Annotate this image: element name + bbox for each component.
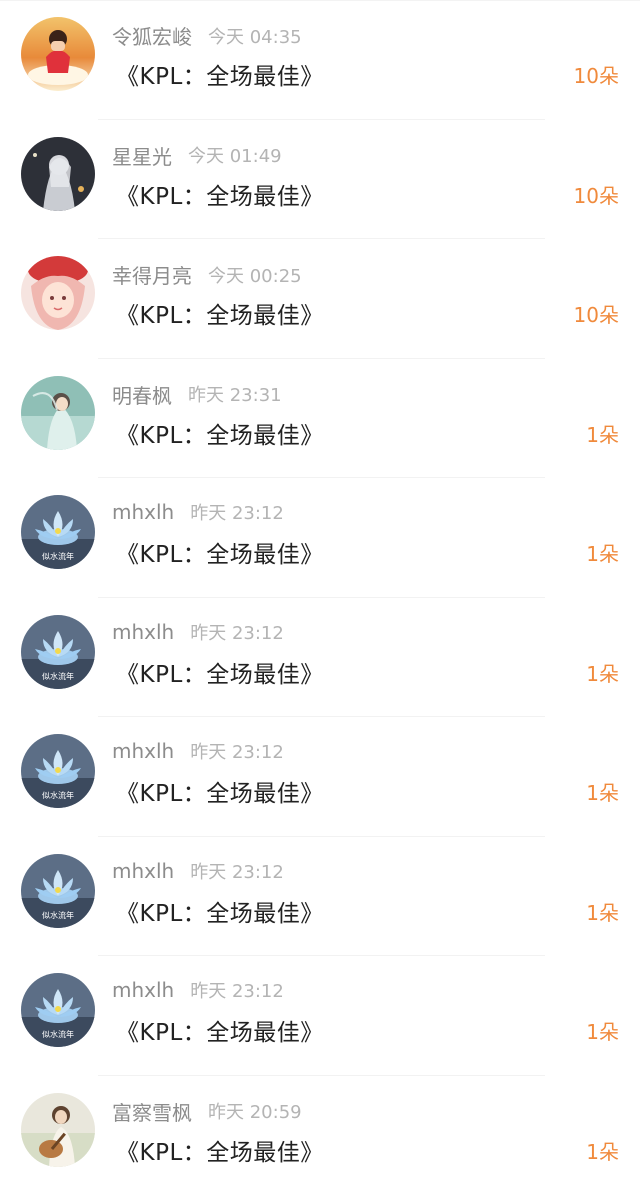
gift-title: 《KPL：全场最佳》	[116, 303, 324, 329]
flower-count: 1朵	[586, 1139, 619, 1164]
meta-line: mhxlh 昨天 23:12	[112, 977, 284, 1007]
lotus-watermark-text: 似水流年	[42, 671, 74, 681]
meta-line: 令狐宏峻 今天 04:35	[112, 21, 302, 51]
user-name[interactable]: mhxlh	[112, 500, 174, 524]
timestamp: 昨天 23:12	[190, 622, 284, 644]
user-name[interactable]: 明春枫	[112, 384, 172, 408]
avatar-guitar-girl-icon[interactable]	[21, 1092, 95, 1167]
flower-count: 10朵	[573, 64, 619, 88]
meta-line: 富察雪枫 昨天 20:59	[112, 1097, 302, 1127]
gift-title: 《KPL：全场最佳》	[116, 661, 324, 688]
gift-title: 《KPL：全场最佳》	[116, 1139, 324, 1166]
flower-count: 10朵	[573, 303, 619, 327]
timestamp: 昨天 23:12	[190, 861, 284, 883]
list-item[interactable]: 富察雪枫 昨天 20:59 《KPL：全场最佳》 1朵	[0, 1076, 640, 1191]
timestamp: 昨天 23:12	[190, 981, 284, 1002]
timestamp: 昨天 20:59	[208, 1102, 302, 1123]
gift-title: 《KPL：全场最佳》	[116, 64, 324, 90]
gift-title: 《KPL：全场最佳》	[116, 781, 324, 807]
timestamp: 今天 01:49	[188, 146, 282, 167]
timestamp: 今天 04:35	[208, 26, 302, 48]
gift-record-list: 令狐宏峻 今天 04:35 《KPL：全场最佳》 10朵 星星光 今天 01:49 …	[0, 0, 640, 1191]
lotus-watermark-text: 似水流年	[42, 910, 74, 920]
flower-count: 1朵	[586, 1020, 619, 1044]
avatar-anime-night-icon[interactable]	[21, 136, 95, 211]
avatar-lotus-icon[interactable]: 似水流年	[21, 495, 95, 569]
avatar-lotus-icon[interactable]: 似水流年	[21, 973, 95, 1047]
meta-line: mhxlh 昨天 23:12	[112, 619, 284, 649]
user-name[interactable]: 幸得月亮	[112, 264, 192, 288]
timestamp: 昨天 23:12	[190, 742, 284, 763]
lotus-watermark-text: 似水流年	[42, 790, 74, 800]
timestamp: 今天 00:25	[208, 265, 302, 287]
gift-title: 《KPL：全场最佳》	[116, 542, 324, 568]
user-name[interactable]: mhxlh	[112, 739, 174, 763]
avatar-pink-girl-icon[interactable]	[21, 256, 95, 330]
user-name[interactable]: 令狐宏峻	[112, 25, 192, 49]
list-item[interactable]: 似水流年 mhxlh 昨天 23:12 《KPL：全场最佳》 1朵	[0, 598, 640, 717]
flower-count: 1朵	[586, 781, 619, 805]
list-item[interactable]: 令狐宏峻 今天 04:35 《KPL：全场最佳》 10朵	[0, 0, 640, 120]
list-item[interactable]: 似水流年 mhxlh 昨天 23:12 《KPL：全场最佳》 1朵	[0, 837, 640, 956]
meta-line: 星星光 今天 01:49	[112, 141, 282, 171]
gift-title: 《KPL：全场最佳》	[116, 183, 324, 210]
avatar-red-girl-icon[interactable]	[21, 17, 95, 91]
gift-title: 《KPL：全场最佳》	[116, 900, 324, 927]
user-name[interactable]: mhxlh	[112, 978, 174, 1002]
timestamp: 昨天 23:31	[188, 385, 282, 406]
flower-count: 10朵	[573, 183, 619, 208]
meta-line: mhxlh 昨天 23:12	[112, 499, 284, 529]
flower-count: 1朵	[586, 422, 619, 447]
timestamp: 昨天 23:12	[190, 503, 284, 524]
list-item[interactable]: 似水流年 mhxlh 昨天 23:12 《KPL：全场最佳》 1朵	[0, 478, 640, 598]
meta-line: mhxlh 昨天 23:12	[112, 738, 284, 768]
meta-line: mhxlh 昨天 23:12	[112, 858, 284, 888]
user-name[interactable]: 星星光	[112, 145, 172, 169]
lotus-watermark-text: 似水流年	[42, 551, 74, 561]
lotus-watermark-text: 似水流年	[42, 1029, 74, 1039]
user-name[interactable]: mhxlh	[112, 859, 174, 883]
list-item[interactable]: 似水流年 mhxlh 昨天 23:12 《KPL：全场最佳》 1朵	[0, 717, 640, 837]
avatar-lotus-icon[interactable]: 似水流年	[21, 734, 95, 808]
list-item[interactable]: 似水流年 mhxlh 昨天 23:12 《KPL：全场最佳》 1朵	[0, 956, 640, 1076]
avatar-lotus-icon[interactable]: 似水流年	[21, 853, 95, 928]
list-item[interactable]: 幸得月亮 今天 00:25 《KPL：全场最佳》 10朵	[0, 239, 640, 359]
meta-line: 幸得月亮 今天 00:25	[112, 260, 302, 290]
list-item[interactable]: 星星光 今天 01:49 《KPL：全场最佳》 10朵	[0, 120, 640, 239]
user-name[interactable]: 富察雪枫	[112, 1101, 192, 1125]
flower-count: 1朵	[586, 542, 619, 566]
avatar-lotus-icon[interactable]: 似水流年	[21, 614, 95, 689]
avatar-teal-anime-icon[interactable]	[21, 375, 95, 450]
flower-count: 1朵	[586, 900, 619, 925]
flower-count: 1朵	[586, 661, 619, 686]
user-name[interactable]: mhxlh	[112, 620, 174, 644]
list-item[interactable]: 明春枫 昨天 23:31 《KPL：全场最佳》 1朵	[0, 359, 640, 478]
gift-title: 《KPL：全场最佳》	[116, 1020, 324, 1046]
gift-title: 《KPL：全场最佳》	[116, 422, 324, 449]
meta-line: 明春枫 昨天 23:31	[112, 380, 282, 410]
